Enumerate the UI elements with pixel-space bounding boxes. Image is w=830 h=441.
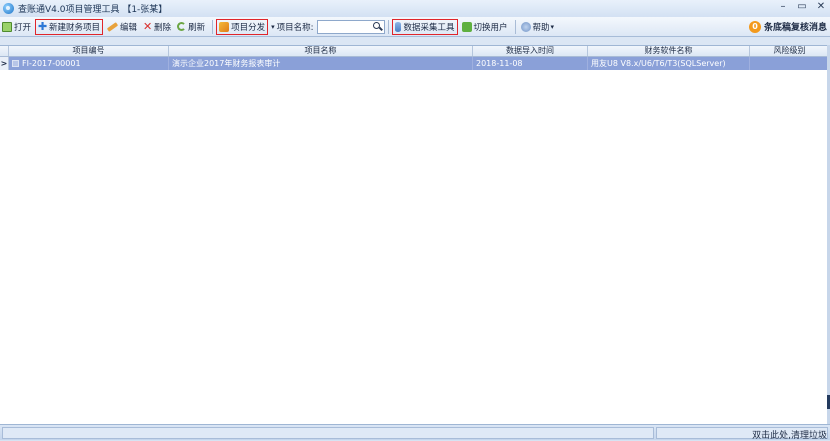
column-header-import-time[interactable]: 数据导入时间 [473, 46, 588, 56]
cell-software[interactable]: 用友U8 V8.x/U6/T6/T3(SQLServer) [588, 57, 750, 70]
delete-icon: ✕ [143, 19, 153, 33]
refresh-button[interactable]: 刷新 [175, 19, 207, 35]
title-bar: 查账通V4.0项目管理工具 【1-张某】 – ▭ ✕ [0, 0, 830, 17]
column-header-risk-level[interactable]: 风险级别 [750, 46, 830, 56]
delete-button[interactable]: ✕ 删除 [141, 19, 173, 35]
help-icon [520, 21, 531, 32]
switch-user-label: 切换用户 [473, 22, 508, 33]
minimize-icon[interactable]: – [778, 1, 788, 12]
column-header-software[interactable]: 财务软件名称 [588, 46, 750, 56]
message-count-badge: 0 [748, 20, 761, 33]
open-folder-icon [2, 21, 12, 32]
data-collect-tool-button[interactable]: 数据采集工具 [392, 18, 458, 35]
window-controls: – ▭ ✕ [778, 1, 826, 12]
toolbar-divider [212, 19, 214, 34]
help-dropdown-icon: ▾ [550, 22, 555, 31]
distribute-icon [219, 21, 230, 32]
clean-garbage-link[interactable]: 双击此处,清理垃圾 [752, 428, 827, 441]
project-search-input[interactable] [318, 20, 373, 33]
database-icon [395, 21, 402, 32]
toolbar-divider [388, 19, 390, 34]
refresh-icon [177, 22, 187, 31]
column-header-project-id[interactable]: 项目编号 [9, 46, 169, 56]
project-grid: 项目编号 项目名称 数据导入时间 财务软件名称 风险级别 > FI-2017-0… [0, 45, 830, 424]
status-panel [2, 426, 654, 439]
new-project-button[interactable]: ✚ 新建财务项目 [35, 18, 104, 35]
help-button[interactable]: 帮助 ▾ [519, 19, 557, 35]
column-header-project-name[interactable]: 项目名称 [169, 46, 473, 56]
project-search-box[interactable] [317, 19, 386, 34]
switch-user-icon [461, 21, 472, 32]
grid-header: 项目编号 项目名称 数据导入时间 财务软件名称 风险级别 [0, 46, 830, 57]
distribute-dropdown-icon[interactable]: ▾ [271, 23, 275, 31]
row-indicator-icon: > [0, 57, 9, 70]
open-button[interactable]: 打开 [0, 19, 33, 35]
delete-button-label: 删除 [154, 22, 172, 33]
search-icon[interactable] [372, 21, 382, 33]
review-messages-label: 条底稿复核消息 [763, 23, 827, 33]
close-icon[interactable]: ✕ [816, 1, 826, 12]
new-project-label: 新建财务项目 [49, 22, 101, 33]
distribute-button[interactable]: 项目分发 [216, 18, 269, 35]
data-collect-tool-label: 数据采集工具 [403, 22, 455, 33]
cell-project-id-text: FI-2017-00001 [22, 59, 81, 68]
row-indicator-header [0, 46, 9, 56]
refresh-button-label: 刷新 [188, 22, 206, 33]
table-row[interactable]: > FI-2017-00001 演示企业2017年财务报表审计 2018-11-… [0, 57, 830, 70]
plus-icon: ✚ [38, 19, 48, 33]
pencil-icon [106, 21, 119, 32]
app-window: 查账通V4.0项目管理工具 【1-张某】 – ▭ ✕ 打开 ✚ 新建财务项目 编… [0, 0, 830, 441]
toolbar: 打开 ✚ 新建财务项目 编辑 ✕ 删除 刷新 项目分发 ▾ 项目名称: 数据采集… [0, 17, 830, 37]
cell-project-name[interactable]: 演示企业2017年财务报表审计 [169, 57, 473, 70]
toolbar-divider [514, 19, 516, 34]
window-title: 查账通V4.0项目管理工具 【1-张某】 [18, 5, 168, 15]
app-logo-icon [3, 3, 14, 14]
status-bar: 双击此处,清理垃圾 [0, 424, 830, 441]
open-button-label: 打开 [14, 22, 32, 33]
row-checkbox[interactable] [12, 60, 19, 67]
cell-risk-level[interactable] [750, 57, 830, 70]
edit-button-label: 编辑 [120, 22, 138, 33]
review-messages-link[interactable]: 0 条底稿复核消息 [748, 20, 827, 33]
switch-user-button[interactable]: 切换用户 [460, 19, 510, 35]
cell-import-time[interactable]: 2018-11-08 [473, 57, 588, 70]
help-button-label: 帮助 [532, 22, 550, 33]
maximize-icon[interactable]: ▭ [797, 1, 807, 12]
project-name-label: 项目名称: [276, 22, 314, 33]
distribute-button-label: 项目分发 [231, 22, 266, 33]
edit-button[interactable]: 编辑 [105, 19, 139, 35]
cell-project-id[interactable]: FI-2017-00001 [9, 57, 169, 70]
